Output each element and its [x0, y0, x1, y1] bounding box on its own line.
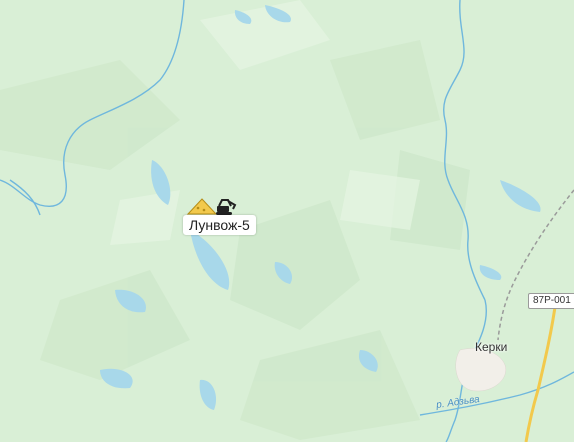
railway-line [497, 189, 574, 341]
settlement-label[interactable]: Керки [475, 340, 507, 354]
poi-label[interactable]: Лунвож-5 [183, 215, 256, 235]
map-base-layer [0, 0, 574, 442]
map-canvas[interactable]: Лунвож-5 87Р-001 Керки р. Адзьва [0, 0, 574, 442]
mining-excavator-icon[interactable] [186, 196, 238, 216]
terrain-patches [0, 40, 470, 440]
road-87r-001[interactable] [524, 299, 558, 442]
road-shield: 87Р-001 [528, 293, 574, 309]
settlement-area [455, 348, 506, 392]
